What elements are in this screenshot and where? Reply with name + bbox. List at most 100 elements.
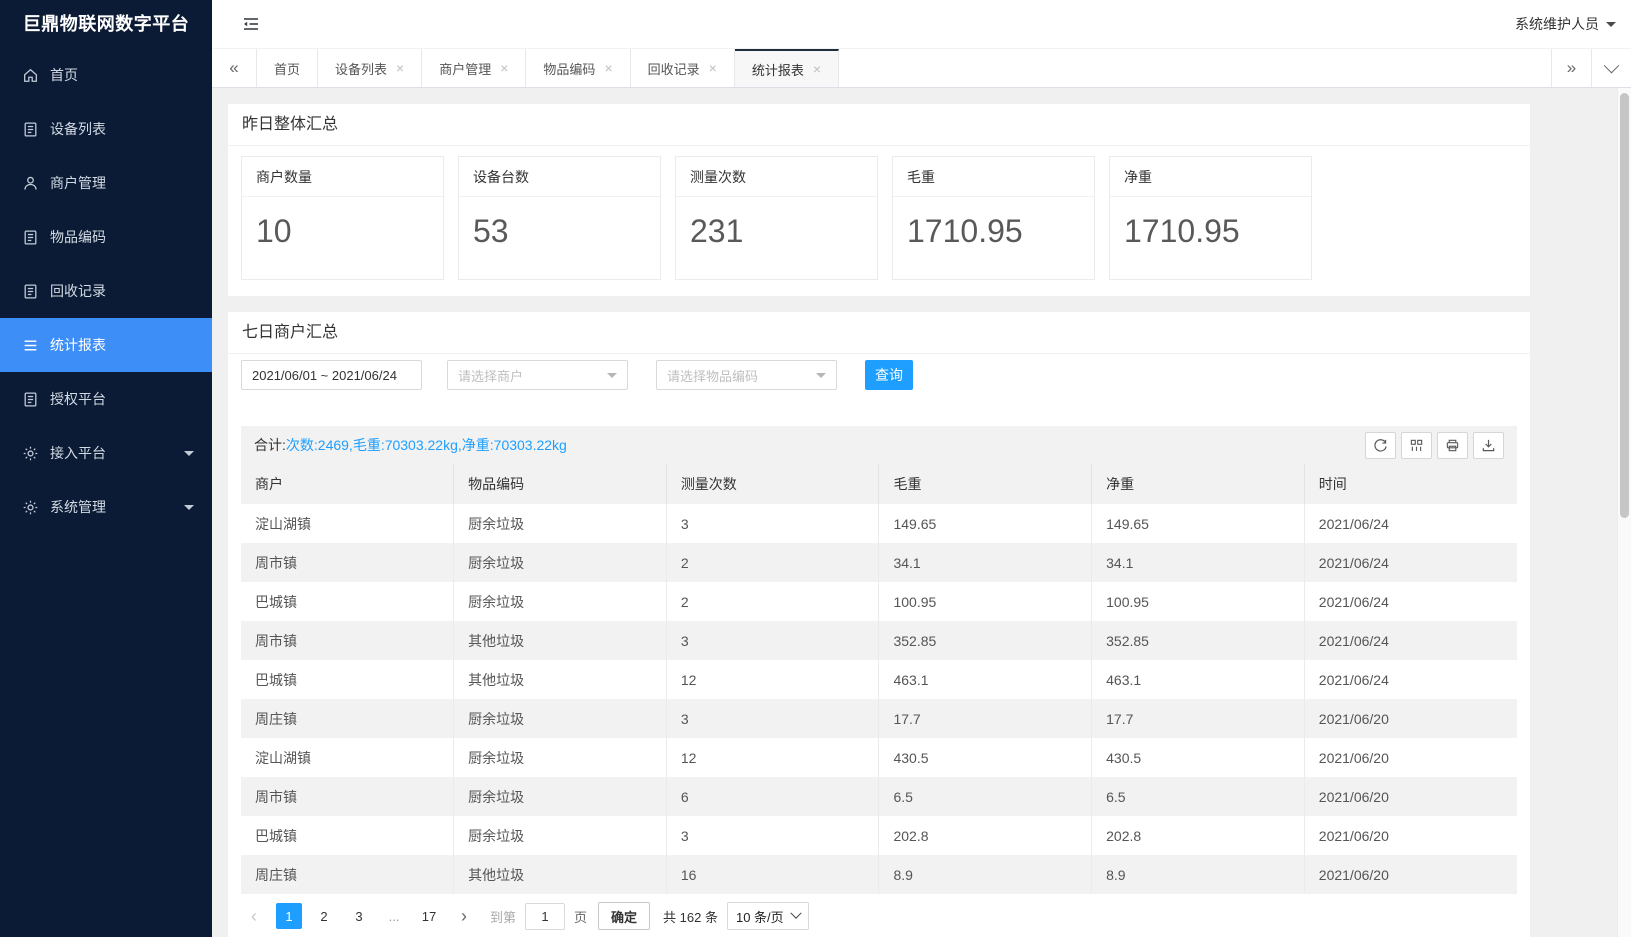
cell-merchant: 巴城镇	[241, 816, 454, 855]
double-chevron-right-icon: »	[1567, 58, 1576, 78]
sidebar-item-label: 回收记录	[50, 281, 106, 301]
cell-time: 2021/06/24	[1304, 543, 1517, 582]
chevron-down-icon	[1604, 57, 1620, 73]
cell-merchant: 周市镇	[241, 621, 454, 660]
prev-page-button[interactable]: ‹	[241, 903, 267, 929]
cell-merchant: 淀山湖镇	[241, 504, 454, 543]
user-dropdown[interactable]: 系统维护人员	[1515, 14, 1616, 34]
stat-value: 231	[676, 197, 877, 250]
filter-row: 请选择商户 请选择物品编码 查询	[228, 354, 1530, 390]
sidebar-item-recycle-records[interactable]: 回收记录	[0, 264, 212, 318]
cell-net-weight: 8.9	[1092, 855, 1305, 894]
document-list-icon	[22, 121, 39, 138]
tabs-scroll-right-button[interactable]: »	[1551, 49, 1591, 87]
tab-home[interactable]: 首页	[257, 49, 318, 87]
merchant-select[interactable]: 请选择商户	[447, 360, 628, 390]
sidebar-item-merchant-management[interactable]: 商户管理	[0, 156, 212, 210]
table-toolbar	[1365, 432, 1504, 459]
collapse-sidebar-icon[interactable]	[240, 13, 262, 35]
top-header: 系统维护人员	[212, 0, 1631, 48]
table-row: 周庄镇 厨余垃圾 3 17.7 17.7 2021/06/20	[241, 699, 1517, 738]
goto-page-label: 到第	[490, 907, 516, 926]
print-button[interactable]	[1437, 432, 1468, 459]
tabs-menu-button[interactable]	[1591, 49, 1631, 87]
cell-net-weight: 100.95	[1092, 582, 1305, 621]
stat-card-measure-count: 测量次数 231	[675, 156, 878, 280]
sidebar-item-access-platform[interactable]: 接入平台	[0, 426, 212, 480]
cell-gross-weight: 352.85	[879, 621, 1092, 660]
scrollbar-thumb[interactable]	[1620, 93, 1629, 518]
double-chevron-left-icon: «	[229, 58, 238, 78]
cell-net-weight: 6.5	[1092, 777, 1305, 816]
close-icon[interactable]: ×	[813, 62, 821, 76]
sidebar-item-system-management[interactable]: 系统管理	[0, 480, 212, 534]
sidebar-item-label: 系统管理	[50, 497, 106, 517]
chevron-down-icon	[184, 505, 194, 515]
close-icon[interactable]: ×	[709, 61, 717, 75]
column-header-time: 时间	[1304, 464, 1517, 504]
vertical-scrollbar	[1617, 88, 1631, 937]
total-count-label: 共 162 条	[663, 907, 718, 926]
tabbar-right-controls: »	[1551, 49, 1631, 87]
column-filter-button[interactable]	[1401, 432, 1432, 459]
close-icon[interactable]: ×	[396, 61, 404, 75]
table-row: 周市镇 厨余垃圾 2 34.1 34.1 2021/06/24	[241, 543, 1517, 582]
column-header-merchant: 商户	[241, 464, 454, 504]
confirm-page-button[interactable]: 确定	[598, 902, 650, 930]
section-title-yesterday: 昨日整体汇总	[228, 104, 1530, 146]
tab-device-list[interactable]: 设备列表 ×	[318, 49, 422, 87]
column-header-gross-weight: 毛重	[879, 464, 1092, 504]
page-button-3[interactable]: 3	[346, 903, 372, 929]
page-button-17[interactable]: 17	[416, 903, 442, 929]
tabs-scroll-left-button[interactable]: «	[212, 49, 257, 87]
close-icon[interactable]: ×	[604, 61, 612, 75]
stat-cards-row: 商户数量 10 设备台数 53 测量次数 231 毛重 1710.95 净重	[228, 146, 1530, 296]
document-list-icon	[22, 229, 39, 246]
page-size-value: 10 条/页	[736, 907, 784, 926]
page-button-2[interactable]: 2	[311, 903, 337, 929]
sidebar-item-home[interactable]: 首页	[0, 48, 212, 102]
sidebar-item-statistics-report[interactable]: 统计报表	[0, 318, 212, 372]
sidebar-item-authorized-platform[interactable]: 授权平台	[0, 372, 212, 426]
cell-item-code: 其他垃圾	[454, 855, 667, 894]
cell-net-weight: 34.1	[1092, 543, 1305, 582]
cell-net-weight: 352.85	[1092, 621, 1305, 660]
stat-value: 10	[242, 197, 443, 250]
tab-statistics-report[interactable]: 统计报表 ×	[735, 49, 839, 87]
table-row: 周庄镇 其他垃圾 16 8.9 8.9 2021/06/20	[241, 855, 1517, 894]
tab-recycle-records[interactable]: 回收记录 ×	[631, 49, 735, 87]
export-button[interactable]	[1473, 432, 1504, 459]
stat-label: 设备台数	[459, 157, 660, 197]
export-icon	[1481, 438, 1496, 453]
sidebar-item-item-code[interactable]: 物品编码	[0, 210, 212, 264]
sidebar-item-label: 授权平台	[50, 389, 106, 409]
tab-label: 统计报表	[752, 60, 804, 79]
page-size-select[interactable]: 10 条/页	[727, 902, 809, 930]
cell-measure-count: 2	[666, 543, 879, 582]
sidebar-item-label: 首页	[50, 65, 78, 85]
refresh-button[interactable]	[1365, 432, 1396, 459]
goto-page-input[interactable]	[525, 903, 565, 930]
table-row: 周市镇 其他垃圾 3 352.85 352.85 2021/06/24	[241, 621, 1517, 660]
item-code-select[interactable]: 请选择物品编码	[656, 360, 837, 390]
tab-item-code[interactable]: 物品编码 ×	[526, 49, 630, 87]
next-page-button[interactable]: ›	[451, 903, 477, 929]
page-button-1[interactable]: 1	[276, 903, 302, 929]
cell-measure-count: 3	[666, 699, 879, 738]
cell-item-code: 厨余垃圾	[454, 543, 667, 582]
close-icon[interactable]: ×	[500, 61, 508, 75]
cell-time: 2021/06/24	[1304, 660, 1517, 699]
refresh-icon	[1373, 438, 1388, 453]
column-filter-icon	[1409, 438, 1424, 453]
cell-time: 2021/06/20	[1304, 777, 1517, 816]
cell-item-code: 厨余垃圾	[454, 738, 667, 777]
chevron-down-icon	[816, 373, 826, 383]
cell-net-weight: 463.1	[1092, 660, 1305, 699]
brand-title: 巨鼎物联网数字平台	[0, 0, 212, 48]
sidebar-item-device-list[interactable]: 设备列表	[0, 102, 212, 156]
cell-net-weight: 149.65	[1092, 504, 1305, 543]
query-button[interactable]: 查询	[865, 360, 913, 390]
user-icon	[22, 175, 39, 192]
date-range-input[interactable]	[241, 360, 422, 390]
tab-merchant-management[interactable]: 商户管理 ×	[422, 49, 526, 87]
